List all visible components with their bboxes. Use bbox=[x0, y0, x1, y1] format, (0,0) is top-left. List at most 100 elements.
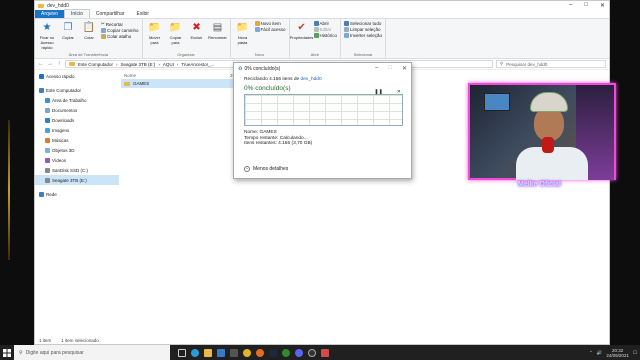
cut-button[interactable]: ✂ Recortar bbox=[101, 21, 139, 27]
easy-access-button[interactable]: Fácil acesso bbox=[254, 27, 286, 32]
new-item-icon bbox=[254, 21, 260, 26]
pictures-icon bbox=[45, 127, 50, 133]
drive-icon bbox=[45, 177, 50, 183]
column-name[interactable]: Nome bbox=[124, 73, 230, 78]
edit-button[interactable]: Editar bbox=[313, 27, 338, 32]
breadcrumb-segment[interactable]: AQUI bbox=[163, 62, 174, 67]
copy-to-button[interactable]: 📁 Copiar para bbox=[167, 21, 185, 46]
sidebar-item[interactable]: Este Computador bbox=[35, 85, 119, 95]
history-button[interactable]: Histórico bbox=[313, 33, 337, 38]
sidebar-item-label: Objetos 3D bbox=[52, 147, 75, 153]
copy-button[interactable]: ❐ Copiar bbox=[59, 21, 77, 41]
maximize-icon[interactable]: □ bbox=[584, 2, 588, 9]
minimize-icon[interactable]: – bbox=[569, 2, 572, 9]
up-icon[interactable]: ↑ bbox=[56, 61, 62, 67]
select-all-button[interactable]: Selecionar tudo bbox=[344, 21, 382, 26]
select-none-icon bbox=[344, 27, 350, 32]
app-icon[interactable] bbox=[321, 348, 329, 357]
back-icon[interactable]: ← bbox=[38, 61, 44, 67]
chevron-right-icon: › bbox=[116, 61, 118, 67]
sidebar-item[interactable]: Documentos bbox=[35, 105, 119, 115]
system-tray: ⌃ 🔊 20:32 24/09/2021 ☐ bbox=[589, 348, 640, 358]
discord-icon[interactable] bbox=[295, 348, 303, 357]
new-item-button[interactable]: Novo item bbox=[254, 21, 286, 26]
tab-file[interactable]: Arquivo bbox=[35, 10, 64, 18]
explorer-icon[interactable] bbox=[204, 348, 212, 357]
edge-icon[interactable] bbox=[191, 348, 199, 357]
obs-icon[interactable] bbox=[308, 348, 316, 357]
open-icon bbox=[313, 21, 319, 26]
tab-home[interactable]: Início bbox=[63, 9, 90, 18]
breadcrumb-segment[interactable]: TrueAncestor_... bbox=[181, 62, 214, 67]
close-icon[interactable]: ✕ bbox=[402, 65, 407, 72]
pause-icon[interactable]: ❚❚ bbox=[374, 89, 382, 95]
sidebar-item-label: Seagate 3TB (E:) bbox=[52, 177, 87, 183]
breadcrumb-segment[interactable]: Este Computador bbox=[78, 62, 113, 67]
cancel-icon[interactable]: ✕ bbox=[397, 89, 401, 95]
select-none-button[interactable]: Limpar seleção bbox=[344, 27, 382, 32]
dialog-title-bar: ♻ 0% concluído(s) – □ ✕ bbox=[234, 63, 411, 74]
chevron-up-icon: ⌃ bbox=[244, 166, 250, 172]
tab-share[interactable]: Compartilhar bbox=[90, 10, 131, 18]
open-button[interactable]: Abrir bbox=[313, 21, 338, 26]
taskbar: ⚲ Digite aqui para pesquisar ⌃ 🔊 20:32 24… bbox=[0, 345, 640, 360]
sidebar-item[interactable]: Área de Trabalho bbox=[35, 95, 119, 105]
invert-selection-button[interactable]: Inverter seleção bbox=[344, 33, 382, 38]
group-open: ✔ Propriedades Abrir Editar Histórico Abr… bbox=[290, 19, 342, 58]
properties-button[interactable]: ✔ Propriedades bbox=[290, 21, 314, 41]
steam-icon[interactable] bbox=[269, 348, 277, 357]
sidebar-item[interactable]: SanDisk SSD (C:) bbox=[35, 165, 119, 175]
breadcrumb-segment[interactable]: Seagate 3TB (E:) bbox=[121, 62, 156, 67]
sidebar-item[interactable]: Imagens bbox=[35, 125, 119, 135]
forward-icon[interactable]: → bbox=[47, 61, 53, 67]
search-box[interactable]: ⚲ Pesquisar dev_hdd0 bbox=[496, 60, 606, 68]
clock[interactable]: 20:32 24/09/2021 bbox=[606, 348, 629, 358]
delete-button[interactable]: ✖ Excluir bbox=[188, 21, 206, 41]
minimize-icon[interactable]: – bbox=[375, 65, 378, 72]
firefox-icon[interactable] bbox=[256, 348, 264, 357]
group-label: Selecionar bbox=[353, 52, 373, 57]
close-icon[interactable]: ✕ bbox=[600, 2, 605, 9]
sidebar-item[interactable]: Vídeos bbox=[35, 155, 119, 165]
paste-button[interactable]: 📋 Colar bbox=[80, 21, 98, 41]
sidebar-item[interactable]: Acesso rápido bbox=[35, 71, 119, 81]
store-icon[interactable] bbox=[217, 348, 225, 357]
new-folder-button[interactable]: 📁 Nova pasta bbox=[234, 21, 252, 46]
taskbar-search[interactable]: ⚲ Digite aqui para pesquisar bbox=[14, 345, 170, 360]
properties-icon: ✔ bbox=[297, 22, 306, 33]
source-link[interactable]: dev_hdd0 bbox=[301, 77, 322, 82]
fewer-details-button[interactable]: ⌃ Menos detalhes bbox=[244, 166, 288, 172]
new-folder-icon: 📁 bbox=[236, 22, 249, 33]
paste-shortcut-button[interactable]: Colar atalho bbox=[101, 34, 139, 39]
sidebar-item[interactable]: Rede bbox=[35, 189, 119, 199]
sidebar-item-label: SanDisk SSD (C:) bbox=[52, 167, 89, 173]
clock-date: 24/09/2021 bbox=[606, 352, 629, 358]
notifications-icon[interactable]: ☐ bbox=[633, 350, 637, 356]
chevron-up-icon[interactable]: ⌃ bbox=[589, 350, 593, 356]
maximize-icon[interactable]: □ bbox=[388, 65, 392, 72]
music-icon bbox=[45, 137, 50, 143]
sidebar-item[interactable]: Seagate 3TB (E:) bbox=[35, 175, 119, 185]
pin-button[interactable]: ★ Fixar no Acesso rápido bbox=[38, 21, 56, 51]
chevron-right-icon: › bbox=[158, 61, 160, 67]
xbox-icon[interactable] bbox=[282, 348, 290, 357]
sidebar-item[interactable]: Downloads bbox=[35, 115, 119, 125]
tab-view[interactable]: Exibir bbox=[131, 10, 156, 18]
speed-graph bbox=[244, 94, 403, 126]
sidebar-item-label: Área de Trabalho bbox=[52, 97, 87, 103]
rename-button[interactable]: ▤ Renomear bbox=[208, 21, 227, 41]
microphone-icon bbox=[542, 137, 554, 153]
chrome-icon[interactable] bbox=[243, 348, 251, 357]
task-view-icon[interactable] bbox=[178, 348, 186, 357]
move-to-button[interactable]: 📁 Mover para bbox=[146, 21, 164, 46]
volume-icon[interactable]: 🔊 bbox=[597, 350, 603, 356]
sidebar-item[interactable]: Objetos 3D bbox=[35, 145, 119, 155]
copy-path-button[interactable]: Copiar caminho bbox=[101, 28, 139, 33]
move-folder-icon: 📁 bbox=[148, 22, 161, 33]
group-new: 📁 Nova pasta Novo item Fácil acesso Novo bbox=[231, 19, 290, 58]
start-button[interactable] bbox=[0, 345, 14, 360]
sidebar-item[interactable]: Músicas bbox=[35, 135, 119, 145]
person-cap bbox=[530, 92, 568, 112]
app-icon[interactable] bbox=[230, 348, 238, 357]
desktop-icon bbox=[45, 97, 50, 103]
